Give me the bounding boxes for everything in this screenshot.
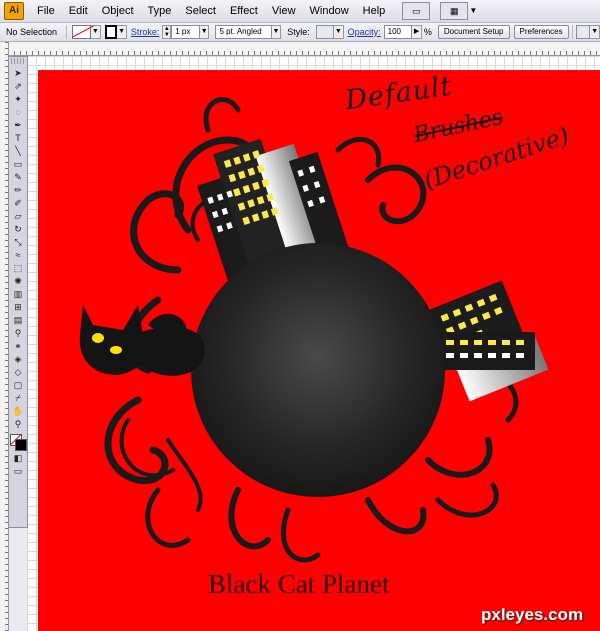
live-paint-bucket-tool-icon[interactable]: ◈ <box>11 353 25 365</box>
pen-tool-icon[interactable]: ✒ <box>11 119 25 131</box>
selection-status: No Selection <box>6 27 58 37</box>
menu-help[interactable]: Help <box>356 0 393 22</box>
artwork-title: Black Cat Planet <box>208 569 390 599</box>
column-graph-tool-icon[interactable]: ▥ <box>11 288 25 300</box>
warp-tool-icon[interactable]: ≈ <box>11 249 25 261</box>
stroke-dropdown-icon[interactable]: ▼ <box>117 25 127 39</box>
menu-bar: Ai File Edit Object Type Select Effect V… <box>0 0 600 23</box>
rotate-tool-icon[interactable]: ↻ <box>11 223 25 235</box>
free-transform-tool-icon[interactable]: ⬚ <box>11 262 25 274</box>
opacity-field[interactable]: 100 <box>383 25 413 39</box>
building-lower-right <box>440 332 535 370</box>
pencil-tool-icon[interactable]: ✏ <box>11 184 25 196</box>
stroke-swatch[interactable] <box>104 25 118 39</box>
fill-swatch[interactable] <box>71 25 92 39</box>
mesh-tool-icon[interactable]: ⊞ <box>11 301 25 313</box>
lasso-tool-icon[interactable]: ◌ <box>11 106 25 118</box>
align-icon[interactable] <box>575 25 591 39</box>
magic-wand-tool-icon[interactable]: ✦ <box>11 93 25 105</box>
menu-window[interactable]: Window <box>303 0 356 22</box>
style-label: Style: <box>287 27 310 37</box>
divider <box>66 25 67 39</box>
stroke-weight-field[interactable]: 1 px <box>171 25 200 39</box>
menu-select[interactable]: Select <box>178 0 223 22</box>
hand-tool-icon[interactable]: ✋ <box>11 405 25 417</box>
style-swatch[interactable] <box>315 25 335 39</box>
opacity-unit: % <box>423 27 432 37</box>
menu-type[interactable]: Type <box>141 0 179 22</box>
horizontal-ruler[interactable] <box>8 42 600 56</box>
gradient-tool-icon[interactable]: ▤ <box>11 314 25 326</box>
color-mode-icon[interactable]: ◧ <box>11 452 25 464</box>
fill-stroke-swatches[interactable] <box>10 434 27 451</box>
scale-tool-icon[interactable]: ⤡ <box>11 236 25 248</box>
control-bar: No Selection ▼ ▼ Stroke: ▲ ▼ 1 px ▼ 5 pt.… <box>0 23 600 42</box>
preferences-button[interactable]: Preferences <box>513 25 569 39</box>
line-tool-icon[interactable]: ╲ <box>11 145 25 157</box>
slice-tool-icon[interactable]: ⌿ <box>11 392 25 404</box>
eraser-tool-icon[interactable]: ▱ <box>11 210 25 222</box>
stroke-weight-dropdown-icon[interactable]: ▼ <box>199 25 210 39</box>
paintbrush-tool-icon[interactable]: ✎ <box>11 171 25 183</box>
tools-panel: ➤ ⇗ ✦ ◌ ✒ T ╲ ▭ ✎ ✏ ✐ ▱ ↻ ⤡ ≈ ⬚ ✺ ▥ ⊞ ▤ … <box>8 56 28 528</box>
rectangle-tool-icon[interactable]: ▭ <box>11 158 25 170</box>
opacity-link[interactable]: Opacity: <box>344 27 384 37</box>
symbol-sprayer-tool-icon[interactable]: ✺ <box>11 275 25 287</box>
menu-view[interactable]: View <box>265 0 303 22</box>
artboard-tool-icon[interactable]: ▢ <box>11 379 25 391</box>
live-paint-selection-tool-icon[interactable]: ◇ <box>11 366 25 378</box>
illustrator-app-icon[interactable]: Ai <box>4 2 24 20</box>
panel-grip[interactable] <box>11 58 25 64</box>
style-dropdown-icon[interactable]: ▼ <box>334 25 344 39</box>
menu-edit[interactable]: Edit <box>62 0 95 22</box>
direct-selection-tool-icon[interactable]: ⇗ <box>11 80 25 92</box>
stroke-stepper[interactable]: ▲ ▼ <box>162 25 172 39</box>
screen-mode-button[interactable]: ▭ <box>402 2 431 20</box>
blob-brush-tool-icon[interactable]: ✐ <box>11 197 25 209</box>
menu-file[interactable]: File <box>30 0 62 22</box>
planet <box>191 243 445 497</box>
watermark: pxleyes.com <box>481 605 584 624</box>
menu-object[interactable]: Object <box>95 0 141 22</box>
blend-tool-icon[interactable]: ⚭ <box>11 340 25 352</box>
selection-tool-icon[interactable]: ➤ <box>11 67 25 79</box>
chevron-down-icon[interactable]: ▼ <box>468 3 478 19</box>
stroke-link[interactable]: Stroke: <box>127 27 163 37</box>
fill-dropdown-icon[interactable]: ▼ <box>91 25 101 39</box>
align-dropdown-icon[interactable]: ▼ <box>590 25 600 39</box>
opacity-dropdown-icon[interactable]: ▶ <box>412 25 422 39</box>
document-setup-button[interactable]: Document Setup <box>437 25 510 39</box>
zoom-tool-icon[interactable]: ⚲ <box>11 418 25 430</box>
type-tool-icon[interactable]: T <box>11 132 25 144</box>
brush-dropdown-icon[interactable]: ▼ <box>271 25 282 39</box>
divider <box>571 25 573 39</box>
menu-effect[interactable]: Effect <box>223 0 265 22</box>
eyedropper-tool-icon[interactable]: ⚲ <box>11 327 25 339</box>
screen-mode-icon[interactable]: ▭ <box>11 465 25 477</box>
artboard[interactable]: Default Brushes (Decorative) Black Cat P… <box>38 70 600 631</box>
brush-definition-field[interactable]: 5 pt. Angled <box>215 25 272 39</box>
arrange-documents-button[interactable]: ▦ <box>440 2 469 20</box>
stroke-swatch-icon[interactable] <box>15 439 27 451</box>
